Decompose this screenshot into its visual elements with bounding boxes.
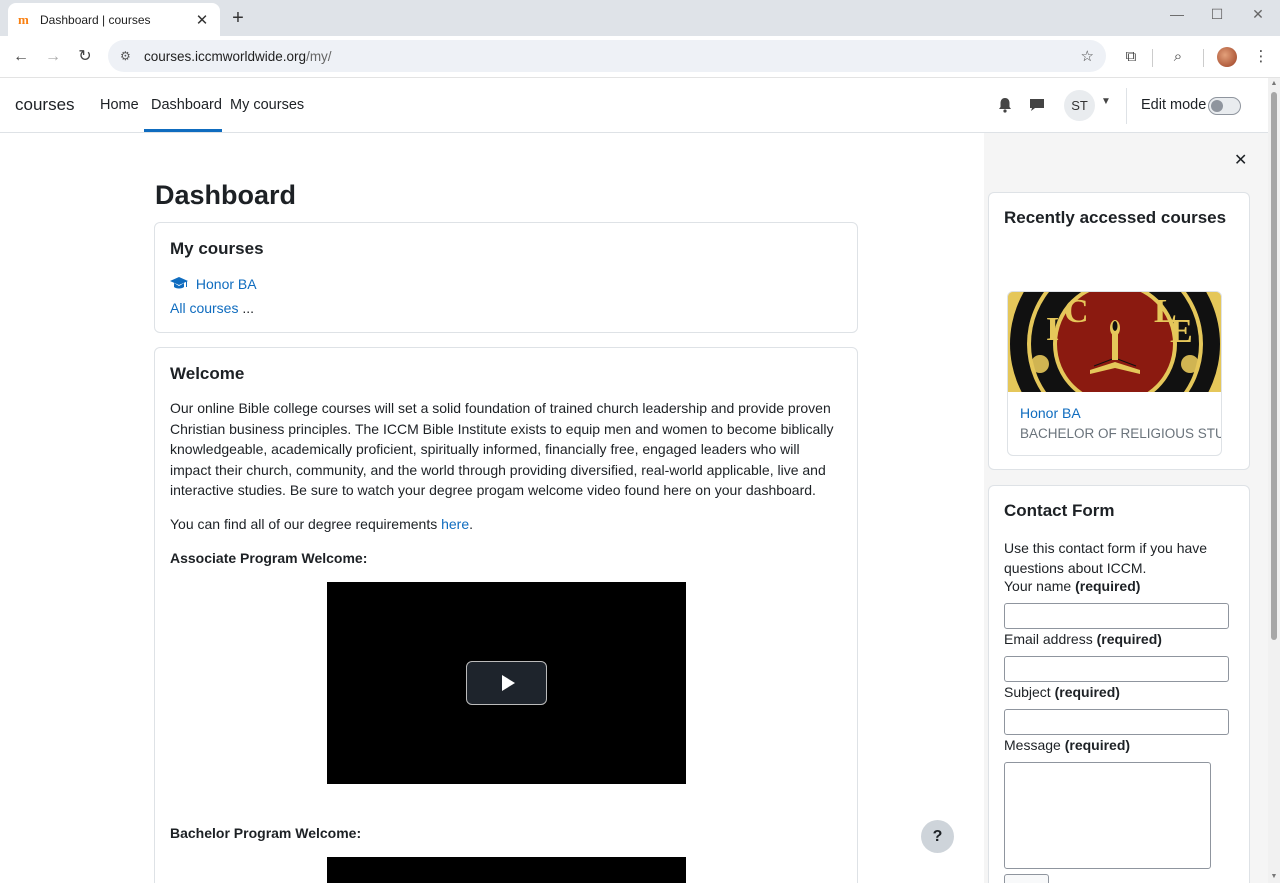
send-button[interactable]: [1004, 874, 1049, 883]
site-settings-icon[interactable]: ⚙: [120, 49, 134, 63]
name-input[interactable]: [1004, 603, 1229, 629]
contact-form-block: Contact Form Use this contact form if yo…: [988, 485, 1250, 883]
address-bar[interactable]: ⚙ courses.iccmworldwide.org /my/ ☆: [108, 40, 1106, 72]
navbar-divider: [1126, 88, 1127, 124]
back-arrow-icon[interactable]: ←: [9, 45, 33, 69]
recent-courses-block: Recently accessed courses I C L E Honor …: [988, 192, 1250, 470]
nav-dashboard[interactable]: Dashboard: [151, 97, 222, 113]
requirements-here-link[interactable]: here: [441, 516, 469, 532]
requirements-suffix: .: [469, 516, 474, 532]
email-label-text: Email address: [1004, 631, 1093, 647]
message-label: Message (required): [1004, 737, 1130, 753]
email-input[interactable]: [1004, 656, 1229, 682]
play-icon: [502, 675, 515, 691]
email-label: Email address (required): [1004, 631, 1162, 647]
site-navbar: courses Home Dashboard My courses ST ▼ E…: [0, 78, 1268, 133]
course-image[interactable]: I C L E: [1008, 292, 1221, 392]
page-title: Dashboard: [155, 180, 297, 210]
name-required: (required): [1075, 578, 1141, 594]
subject-label: Subject (required): [1004, 684, 1120, 700]
name-label-text: Your name: [1004, 578, 1072, 594]
browser-tabbar: m Dashboard | courses ✕ + — ☐ ✕: [0, 0, 1280, 36]
my-courses-block: My courses Honor BA All courses ...: [154, 222, 858, 333]
seal-letter: E: [1170, 313, 1193, 350]
help-button[interactable]: ?: [921, 820, 954, 853]
email-required: (required): [1096, 631, 1162, 647]
all-courses-row: All courses ...: [170, 300, 254, 316]
subject-required: (required): [1054, 684, 1120, 700]
requirements-prefix: You can find all of our degree requireme…: [170, 516, 442, 532]
tab-title: Dashboard | courses: [40, 12, 151, 27]
url-path: /my/: [306, 48, 332, 64]
chevron-down-icon[interactable]: ▼: [1101, 96, 1111, 107]
all-courses-link[interactable]: All courses: [170, 300, 238, 316]
seal-letter: I: [1046, 311, 1059, 348]
toolbar-divider: [1152, 49, 1153, 67]
scroll-down-icon[interactable]: ▼: [1270, 873, 1278, 881]
welcome-title: Welcome: [170, 364, 245, 383]
contact-intro: Use this contact form if you have questi…: [1004, 540, 1208, 576]
associate-welcome-video[interactable]: [327, 582, 686, 784]
subject-label-text: Subject: [1004, 684, 1051, 700]
recent-course-name[interactable]: Honor BA: [1020, 405, 1081, 421]
tab-close-icon[interactable]: ✕: [194, 11, 210, 29]
message-required: (required): [1064, 737, 1131, 753]
toolbar-divider: [1203, 49, 1204, 67]
recent-course-category: BACHELOR OF RELIGIOUS STU...: [1020, 426, 1222, 441]
nav-my-courses[interactable]: My courses: [230, 97, 304, 113]
iccm-seal-image: I C L E: [1008, 292, 1221, 392]
course-link-row[interactable]: Honor BA: [170, 276, 257, 292]
page-scrollbar[interactable]: ▲ ▼: [1268, 78, 1280, 883]
forward-arrow-icon[interactable]: →: [41, 45, 65, 69]
seal-letter: C: [1064, 293, 1089, 330]
toggle-knob: [1211, 100, 1223, 112]
tab-search-icon[interactable]: ⌕: [1166, 45, 1190, 69]
browser-toolbar: ← → ↻ ⚙ courses.iccmworldwide.org /my/ ☆…: [0, 36, 1280, 78]
recent-course-card[interactable]: I C L E Honor BA BACHELOR OF RELIGIOUS S…: [1007, 291, 1222, 456]
welcome-block: Welcome Our online Bible college courses…: [154, 347, 858, 883]
browser-tab[interactable]: m Dashboard | courses ✕: [8, 3, 220, 36]
bookmark-star-icon[interactable]: ☆: [1081, 47, 1094, 65]
moodle-favicon-icon: m: [18, 11, 29, 27]
my-courses-title: My courses: [170, 239, 264, 258]
welcome-paragraph: Our online Bible college courses will se…: [170, 400, 834, 498]
active-nav-indicator: [144, 129, 222, 132]
new-tab-icon[interactable]: +: [228, 6, 248, 30]
contact-form-title: Contact Form: [1004, 501, 1115, 520]
url-host: courses.iccmworldwide.org: [144, 48, 307, 64]
window-close-icon[interactable]: ✕: [1248, 6, 1268, 23]
bachelor-welcome-video[interactable]: [327, 857, 686, 883]
user-avatar[interactable]: ST: [1064, 90, 1095, 121]
page-viewport: courses Home Dashboard My courses ST ▼ E…: [0, 78, 1268, 883]
bachelor-heading: Bachelor Program Welcome:: [170, 825, 362, 841]
site-brand[interactable]: courses: [15, 95, 75, 115]
close-drawer-icon[interactable]: ✕: [1234, 150, 1247, 170]
recent-courses-title: Recently accessed courses: [1004, 208, 1227, 227]
scroll-thumb[interactable]: [1271, 92, 1277, 640]
minimize-icon[interactable]: —: [1167, 6, 1187, 22]
message-textarea[interactable]: [1004, 762, 1211, 869]
graduation-cap-icon: [170, 277, 188, 289]
requirements-text: You can find all of our degree requireme…: [170, 514, 473, 535]
associate-heading: Associate Program Welcome:: [170, 550, 368, 566]
reload-icon[interactable]: ↻: [73, 45, 97, 69]
maximize-icon[interactable]: ☐: [1207, 6, 1227, 23]
messages-chat-icon[interactable]: [1028, 96, 1046, 114]
scroll-up-icon[interactable]: ▲: [1270, 80, 1278, 88]
menu-kebab-icon[interactable]: ⋮: [1249, 45, 1273, 69]
message-label-text: Message: [1004, 737, 1061, 753]
name-label: Your name (required): [1004, 578, 1140, 594]
main-region: Dashboard My courses Honor BA All course…: [0, 133, 984, 883]
nav-home[interactable]: Home: [100, 97, 139, 113]
block-drawer: ✕ Recently accessed courses I C L E Hono…: [984, 133, 1268, 883]
notifications-bell-icon[interactable]: [996, 96, 1014, 114]
edit-mode-toggle[interactable]: [1208, 97, 1241, 115]
subject-input[interactable]: [1004, 709, 1229, 735]
profile-avatar[interactable]: [1217, 47, 1237, 67]
course-link-honor-ba[interactable]: Honor BA: [196, 276, 257, 292]
extensions-icon[interactable]: ⧉: [1119, 45, 1143, 69]
edit-mode-label: Edit mode: [1141, 97, 1207, 113]
play-button[interactable]: [466, 661, 547, 705]
all-courses-ellipsis: ...: [242, 300, 255, 316]
